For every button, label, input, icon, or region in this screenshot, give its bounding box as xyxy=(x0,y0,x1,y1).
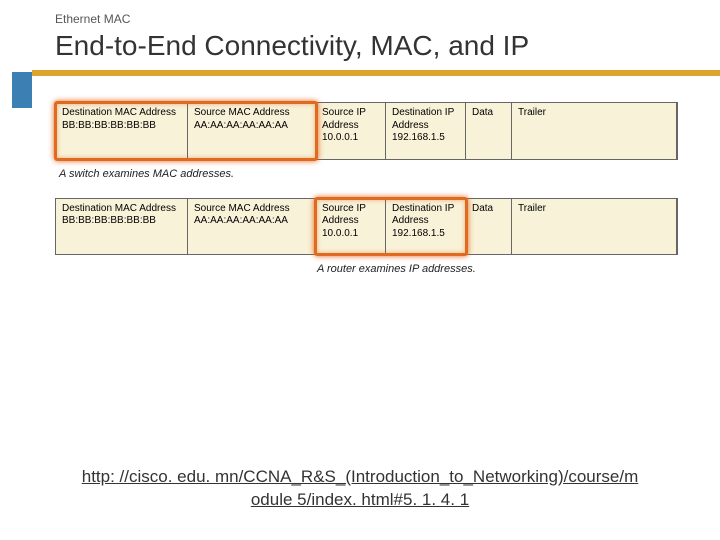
cell-label: Source IP Address xyxy=(322,107,379,132)
cell-src-mac: Source MAC Address AA:AA:AA:AA:AA:AA xyxy=(188,199,316,255)
eyebrow-text: Ethernet MAC xyxy=(0,0,720,30)
caption-router: A router examines IP addresses. xyxy=(317,263,497,276)
footer-link-block: http: //cisco. edu. mn/CCNA_R&S_(Introdu… xyxy=(0,466,720,512)
cell-data: Data xyxy=(466,199,512,255)
cell-label: Destination MAC Address xyxy=(62,107,181,120)
page-title: End-to-End Connectivity, MAC, and IP xyxy=(0,30,720,70)
cell-label: Data xyxy=(472,203,505,216)
cell-trailer: Trailer xyxy=(512,199,677,255)
cell-label: Trailer xyxy=(518,107,670,120)
cell-label: Destination IP Address xyxy=(392,107,459,132)
cell-value: BB:BB:BB:BB:BB:BB xyxy=(62,120,181,133)
frame-table-switch: Destination MAC Address BB:BB:BB:BB:BB:B… xyxy=(55,102,678,160)
cell-value: 10.0.0.1 xyxy=(322,132,379,145)
cell-label: Destination MAC Address xyxy=(62,203,181,216)
cell-label: Source IP Address xyxy=(322,203,379,228)
cell-trailer: Trailer xyxy=(512,103,677,159)
cell-label: Source MAC Address xyxy=(194,107,309,120)
accent-block xyxy=(12,72,32,108)
content-area: Destination MAC Address BB:BB:BB:BB:BB:B… xyxy=(0,76,720,276)
cell-value: AA:AA:AA:AA:AA:AA xyxy=(194,215,309,228)
cell-label: Trailer xyxy=(518,203,670,216)
cell-data: Data xyxy=(466,103,512,159)
cell-label: Destination IP Address xyxy=(392,203,459,228)
cell-src-ip: Source IP Address 10.0.0.1 xyxy=(316,103,386,159)
cell-value: BB:BB:BB:BB:BB:BB xyxy=(62,215,181,228)
reference-link[interactable]: http: //cisco. edu. mn/CCNA_R&S_(Introdu… xyxy=(80,466,640,512)
cell-dest-mac: Destination MAC Address BB:BB:BB:BB:BB:B… xyxy=(56,103,188,159)
frame-table-router: Destination MAC Address BB:BB:BB:BB:BB:B… xyxy=(55,198,678,256)
cell-dest-ip: Destination IP Address 192.168.1.5 xyxy=(386,199,466,255)
cell-dest-mac: Destination MAC Address BB:BB:BB:BB:BB:B… xyxy=(56,199,188,255)
cell-value: 192.168.1.5 xyxy=(392,228,459,241)
cell-dest-ip: Destination IP Address 192.168.1.5 xyxy=(386,103,466,159)
cell-src-mac: Source MAC Address AA:AA:AA:AA:AA:AA xyxy=(188,103,316,159)
cell-value: 10.0.0.1 xyxy=(322,228,379,241)
caption-switch: A switch examines MAC addresses. xyxy=(59,168,678,180)
cell-value: AA:AA:AA:AA:AA:AA xyxy=(194,120,309,133)
cell-src-ip: Source IP Address 10.0.0.1 xyxy=(316,199,386,255)
cell-label: Source MAC Address xyxy=(194,203,309,216)
cell-value: 192.168.1.5 xyxy=(392,132,459,145)
cell-label: Data xyxy=(472,107,505,120)
